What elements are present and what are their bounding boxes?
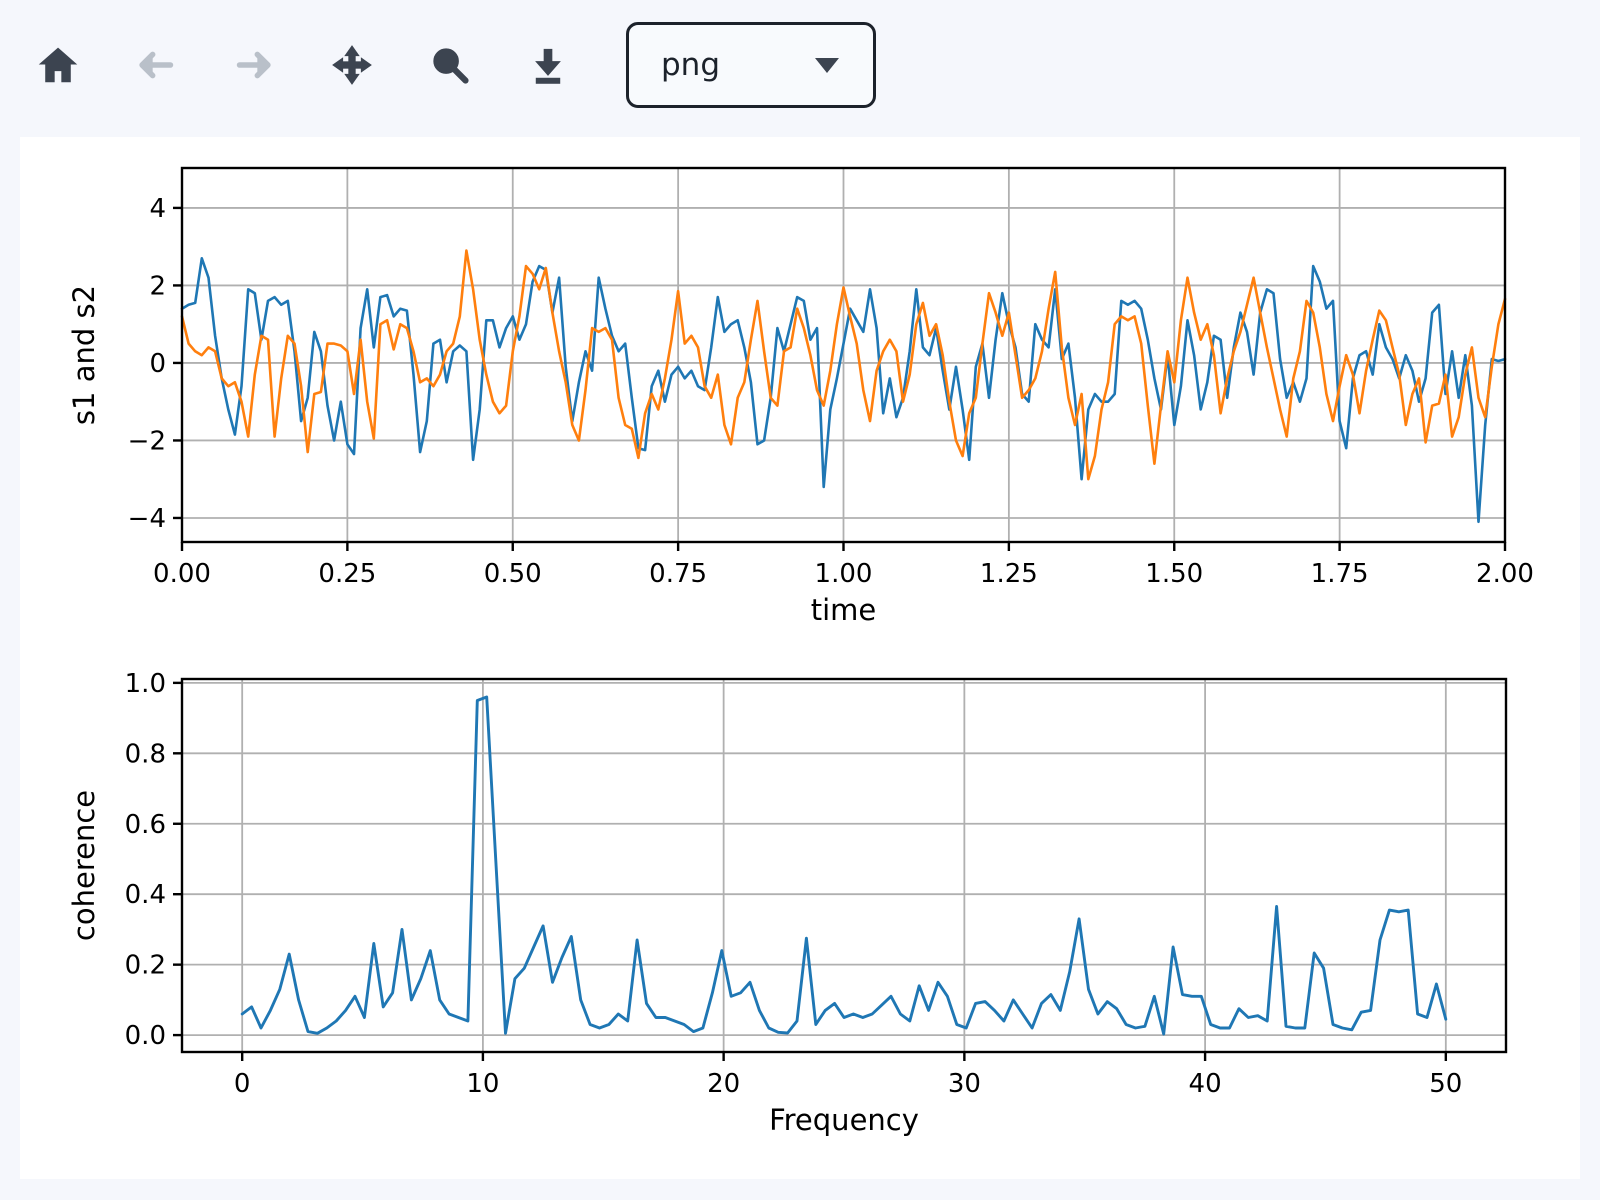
x-tick-label: 40 [1189,1069,1222,1099]
x-tick-label: 2.00 [1476,559,1534,589]
x-tick-label: 20 [707,1069,740,1099]
download-icon [528,45,568,85]
x-axis-label: Frequency [769,1103,919,1137]
axes-1: 0 10 20 30 40 50 0.0 0.2 0.4 0.6 0.8 1.0 Frequency co… [67,669,1506,1137]
zoom-button[interactable] [430,45,470,85]
series-coherence [242,697,1446,1034]
download-button[interactable] [528,45,568,85]
y-tick-label: −4 [128,504,166,534]
arrow-left-icon [136,45,176,85]
x-tick-label: 50 [1429,1069,1462,1099]
x-tick-label: 10 [466,1069,499,1099]
y-tick-label: −2 [128,426,166,456]
x-tick-label: 0.25 [318,559,376,589]
home-button[interactable] [38,45,78,85]
plot-toolbar: png [0,0,1600,130]
x-tick-label: 0 [234,1069,251,1099]
y-tick-label: 0.4 [125,880,166,910]
y-tick-label: 0.2 [125,951,166,981]
x-tick-label: 1.00 [815,559,873,589]
forward-button [234,45,274,85]
caret-down-icon [815,58,839,73]
pan-button[interactable] [332,45,372,85]
y-tick-label: 1.0 [125,669,166,699]
y-tick-label: 0.6 [125,810,166,840]
x-axis-label: time [811,593,877,627]
figure-canvas[interactable]: 0.000.250.500.751.001.251.501.752.00−4−2… [20,137,1580,1179]
y-tick-label: 0.0 [125,1021,166,1051]
y-axis-label: coherence [67,790,101,941]
arrow-right-icon [234,45,274,85]
y-axis-label: s1 and s2 [67,285,101,425]
back-button [136,45,176,85]
x-tick-label: 0.50 [484,559,542,589]
x-tick-label: 1.50 [1145,559,1203,589]
zoom-rect-icon [430,45,470,85]
x-tick-label: 1.25 [980,559,1038,589]
y-tick-label: 2 [149,271,166,301]
axes-0: 0.00 0.25 0.50 0.75 1.00 1.25 1.50 1.75 2.00 −4 −2… [67,168,1534,627]
y-tick-label: 0.8 [125,739,166,769]
charts-svg: 0.000.250.500.751.001.251.501.752.00−4−2… [20,137,1580,1179]
format-select-value: png [661,47,720,83]
x-tick-label: 0.75 [649,559,707,589]
x-tick-label: 0.00 [153,559,211,589]
move-icon [332,45,372,85]
x-tick-label: 1.75 [1311,559,1369,589]
format-select[interactable]: png [626,22,876,108]
x-tick-label: 30 [948,1069,981,1099]
y-tick-label: 4 [149,194,166,224]
y-tick-label: 0 [149,349,166,379]
home-icon [38,45,78,85]
